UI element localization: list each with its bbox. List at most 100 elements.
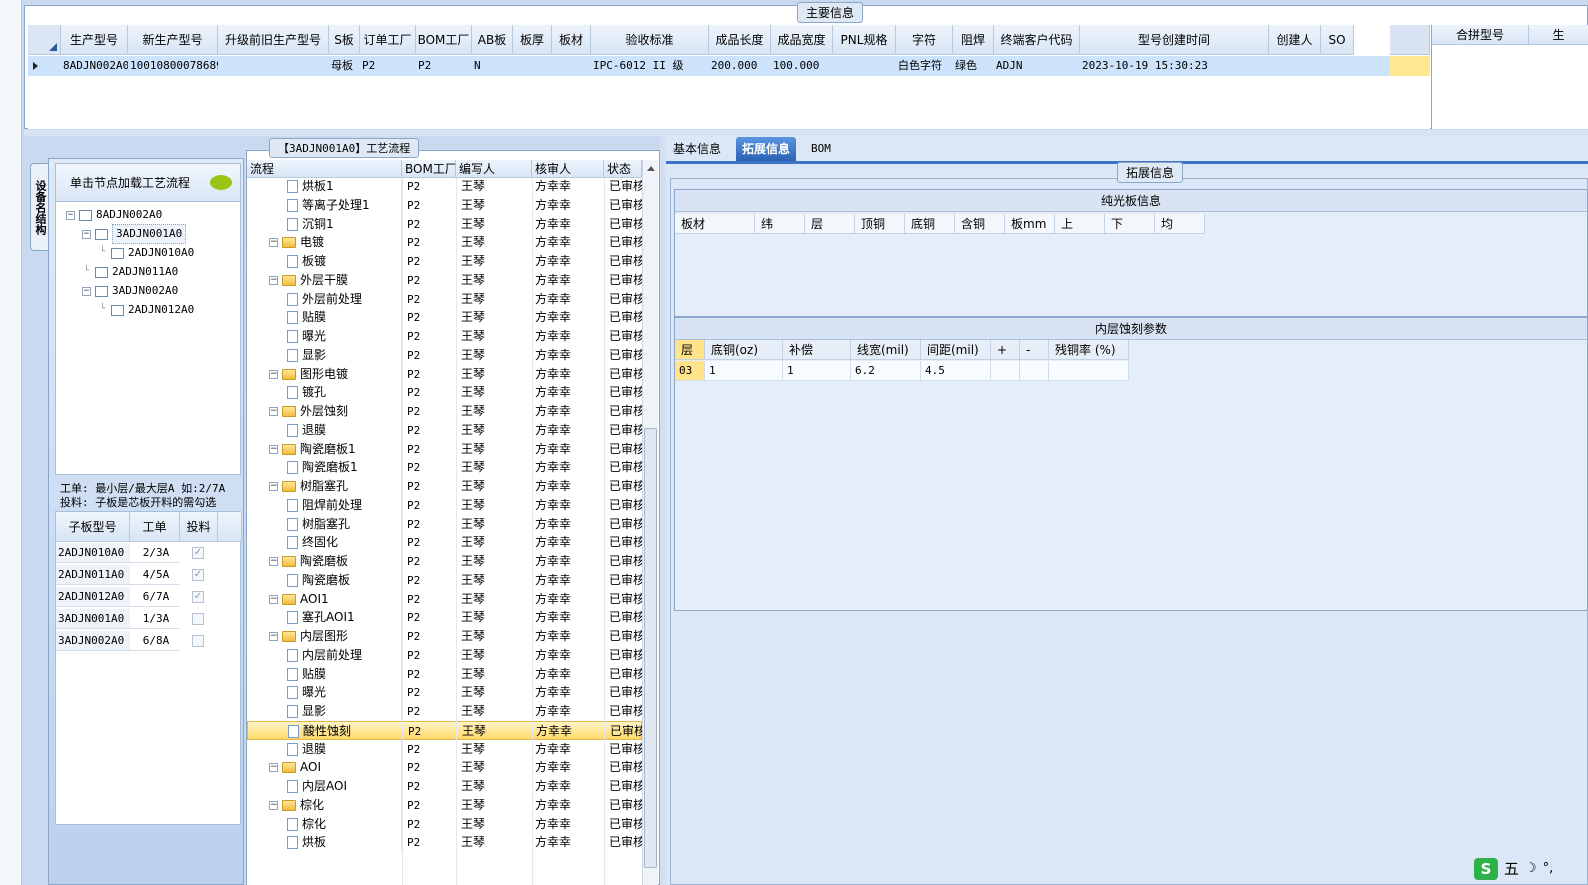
etch-header-3[interactable]: 线宽(mil) [851,340,921,360]
process-row[interactable]: 树脂塞孔 P2 王琴 方幸幸 已审核 [247,514,642,534]
main-cell-2[interactable] [218,56,329,76]
process-row[interactable]: 阻焊前处理 P2 王琴 方幸幸 已审核 [247,495,642,515]
node-checkbox[interactable] [95,266,108,278]
process-header-4[interactable]: 状态 [604,160,642,178]
sub-row-order[interactable]: 4/5A [130,565,180,585]
main-header-5[interactable]: BOM工厂 [416,25,472,55]
tab-1[interactable]: 拓展信息 [736,137,797,161]
sub-header-1[interactable]: 工单 [130,512,180,542]
main-header-4[interactable]: 订单工厂 [360,25,416,55]
tree-node[interactable]: − 3ADJN001A0 [82,224,187,244]
main-header-11[interactable]: 成品宽度 [771,25,833,55]
main-header-3[interactable]: S板 [329,25,360,55]
main-cell-13[interactable]: 白色字符 [896,56,953,76]
main-cell-11[interactable]: 100.000 [771,56,833,76]
plain-header-6[interactable]: 板mm [1005,214,1055,234]
process-row[interactable]: 曝光 P2 王琴 方幸幸 已审核 [247,327,642,346]
plain-header-4[interactable]: 底铜 [905,214,955,234]
main-cell-0[interactable]: 8ADJN002A0 [61,56,128,76]
main-cell-18[interactable] [1321,56,1354,76]
process-row[interactable]: 退膜 P2 王琴 方幸幸 已审核 [247,739,642,759]
main-header-10[interactable]: 成品长度 [709,25,771,55]
collapse-icon[interactable]: − [269,482,278,491]
process-header-3[interactable]: 核审人 [532,160,604,178]
main-cell-16[interactable]: 2023-10-19 15:30:23 [1080,56,1269,76]
tree-node[interactable]: └ 2ADJN011A0 [82,263,178,281]
process-row[interactable]: − 电镀 P2 王琴 方幸幸 已审核 [247,233,642,253]
sub-row-order[interactable]: 2/3A [130,543,180,563]
sub-row-model[interactable]: 2ADJN011A0 [56,565,130,585]
etch-header-5[interactable]: + [991,340,1020,360]
etch-header-6[interactable]: - [1020,340,1049,360]
process-row[interactable]: 终固化 P2 王琴 方幸幸 已审核 [247,533,642,553]
feed-checkbox[interactable]: ✓ [192,569,204,581]
process-row[interactable]: 镀孔 P2 王琴 方幸幸 已审核 [247,383,642,403]
process-row[interactable]: − AOI P2 王琴 方幸幸 已审核 [247,758,642,778]
main-header-7[interactable]: 板厚 [513,25,552,55]
process-row[interactable]: 外层前处理 P2 王琴 方幸幸 已审核 [247,289,642,309]
etch-header-2[interactable]: 补偿 [783,340,851,360]
main-cell-8[interactable] [552,56,591,76]
node-checkbox[interactable] [111,247,124,259]
process-row[interactable]: 贴膜 P2 王琴 方幸幸 已审核 [247,308,642,328]
process-row[interactable]: 等离子处理1 P2 王琴 方幸幸 已审核 [247,195,642,215]
merge-model-header[interactable]: 合拼型号 [1432,25,1529,45]
main-header-13[interactable]: 字符 [896,25,953,55]
node-checkbox[interactable] [95,228,108,240]
collapse-icon[interactable]: − [269,557,278,566]
main-header-17[interactable]: 创建人 [1269,25,1321,55]
sub-header-0[interactable]: 子板型号 [56,512,130,542]
plain-header-5[interactable]: 含铜 [955,214,1005,234]
process-row[interactable]: − AOI1 P2 王琴 方幸幸 已审核 [247,589,642,609]
process-row[interactable]: 棕化 P2 王琴 方幸幸 已审核 [247,814,642,834]
main-header-14[interactable]: 阻焊 [953,25,994,55]
node-checkbox[interactable] [95,285,108,297]
etch-header-7[interactable]: 残铜率 (%) [1049,340,1129,360]
merge-extra-header[interactable]: 生 [1529,25,1588,45]
feed-checkbox[interactable] [192,635,204,647]
process-row[interactable]: − 陶瓷磨板1 P2 王琴 方幸幸 已审核 [247,439,642,459]
process-row[interactable]: 退膜 P2 王琴 方幸幸 已审核 [247,420,642,440]
etch-cell-2[interactable]: 1 [783,361,851,381]
ime-toolbar[interactable]: S 五 ☽ °, [1470,852,1588,885]
plain-header-0[interactable]: 板材 [675,214,755,234]
process-header-2[interactable]: 编写人 [456,160,532,178]
process-row[interactable]: 烘板 P2 王琴 方幸幸 已审核 [247,833,642,853]
punct-icon[interactable]: °, [1543,861,1554,876]
main-header-16[interactable]: 型号创建时间 [1080,25,1269,55]
main-header-1[interactable]: 新生产型号 [128,25,218,55]
process-row[interactable]: 曝光 P2 王琴 方幸幸 已审核 [247,683,642,703]
collapse-icon[interactable]: − [269,763,278,773]
moon-icon[interactable]: ☽ [1525,861,1537,876]
main-header-0[interactable]: 生产型号 [61,25,128,55]
process-row[interactable]: 贴膜 P2 王琴 方幸幸 已审核 [247,664,642,684]
process-row[interactable]: − 树脂塞孔 P2 王琴 方幸幸 已审核 [247,477,642,496]
sub-row-order[interactable]: 6/7A [130,587,180,607]
collapse-icon[interactable]: − [269,275,278,285]
side-vertical-tab[interactable]: 设备名结构 [30,163,48,251]
process-row[interactable]: − 图形电镀 P2 王琴 方幸幸 已审核 [247,364,642,384]
etch-cell-4[interactable]: 4.5 [921,361,991,381]
sub-row-model[interactable]: 2ADJN010A0 [56,543,130,563]
tree-node[interactable]: − 8ADJN002A0 [66,206,162,224]
main-cell-14[interactable]: 绿色 [953,56,994,76]
main-cell-15[interactable]: ADJN [994,56,1080,76]
feed-checkbox[interactable]: ✓ [192,591,204,603]
main-header-2[interactable]: 升级前旧生产型号 [218,25,329,55]
process-row[interactable]: − 陶瓷磨板 P2 王琴 方幸幸 已审核 [247,552,642,571]
main-cell-17[interactable] [1269,56,1321,76]
process-row[interactable]: 酸性蚀刻 P2 王琴 方幸幸 已审核 [247,720,642,741]
process-row[interactable]: 陶瓷磨板1 P2 王琴 方幸幸 已审核 [247,458,642,478]
main-data-row[interactable]: 8ADJN002A0 10010800078689 母板 P2 P2 N IPC-6012 … [28,56,1430,76]
process-row[interactable]: 陶瓷磨板 P2 王琴 方幸幸 已审核 [247,570,642,590]
tree-node[interactable]: └ 2ADJN012A0 [98,301,194,319]
process-row[interactable]: − 棕化 P2 王琴 方幸幸 已审核 [247,795,642,815]
main-cell-4[interactable]: P2 [360,56,416,76]
process-row[interactable]: 塞孔AOI1 P2 王琴 方幸幸 已审核 [247,608,642,628]
main-cell-3[interactable]: 母板 [329,56,360,76]
process-header-1[interactable]: BOM工厂 [402,160,456,178]
main-header-8[interactable]: 板材 [552,25,591,55]
sub-row-model[interactable]: 3ADJN001A0 [56,609,130,629]
process-row[interactable]: − 外层干膜 P2 王琴 方幸幸 已审核 [247,270,642,290]
main-cell-10[interactable]: 200.000 [709,56,771,76]
